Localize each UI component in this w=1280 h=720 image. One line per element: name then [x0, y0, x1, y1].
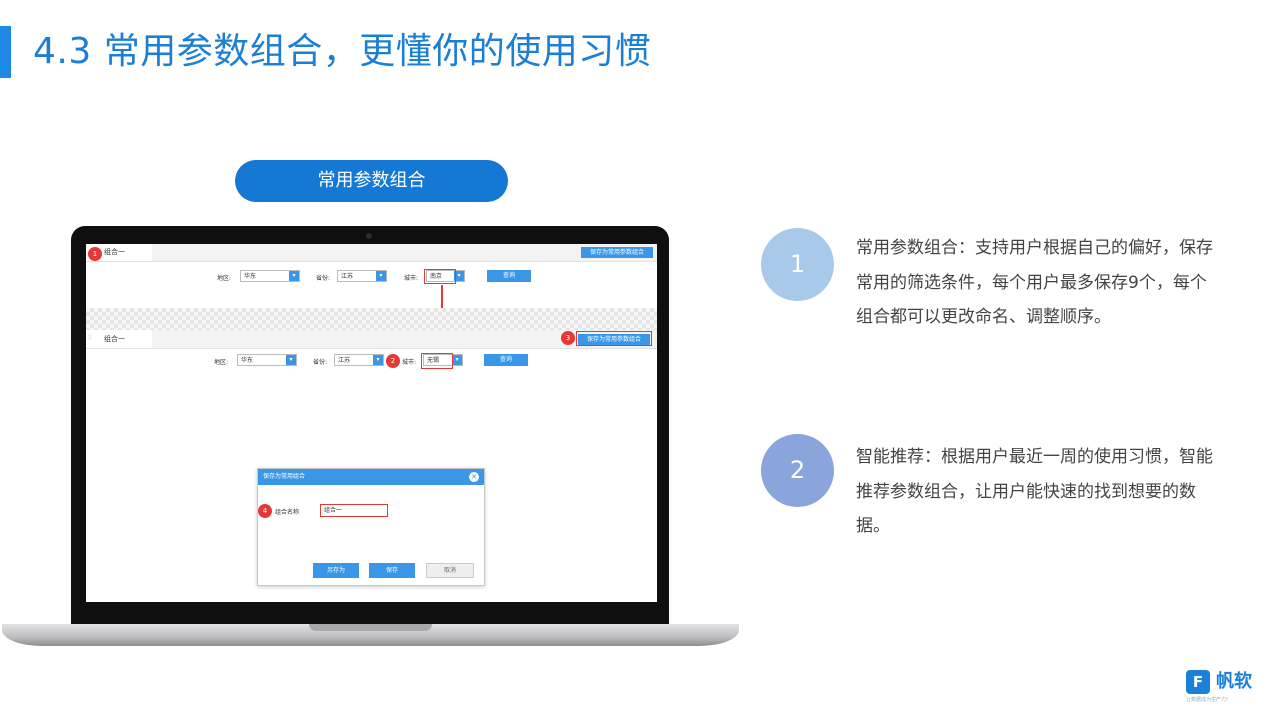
- step-badge-4: 4: [258, 504, 272, 518]
- combo-name-label: 组合名称: [275, 509, 300, 516]
- combo-name-value: 组合一: [324, 507, 343, 514]
- save-combo-button-top[interactable]: 保存为常用参数组合: [581, 247, 653, 258]
- laptop-screen: 组合一 保存为常用参数组合 1 地区: 华东 ▾ 省份: 江苏 ▾ 城市: 南京 ▾ …: [86, 244, 657, 602]
- tab-row-top: 组合一 保存为常用参数组合: [86, 244, 657, 262]
- filter-row-bottom: 地区: 华东 ▾ 省份: 江苏 ▾ 城市: 无锡 ▾ 查询: [86, 349, 657, 371]
- step-badge-1: 1: [88, 247, 102, 261]
- camera-icon: [366, 233, 372, 239]
- city-highlight-box: [424, 269, 456, 284]
- province-value: 江苏: [338, 357, 351, 364]
- cancel-button[interactable]: 取消: [426, 563, 474, 578]
- save-button-highlight-box: [576, 331, 652, 346]
- chevron-down-icon: ▾: [286, 355, 296, 365]
- laptop-notch: [309, 624, 432, 631]
- chevron-down-icon: ▾: [452, 355, 462, 365]
- brand-mark-icon: F: [1186, 670, 1210, 694]
- sliders-icon: ⫶⫶: [88, 334, 92, 342]
- brand-name: 帆软: [1216, 671, 1252, 692]
- region-value: 华东: [241, 357, 254, 364]
- chevron-down-icon: ▾: [376, 271, 386, 281]
- feature-number-circle-2: 2: [761, 434, 834, 507]
- dialog-header: 保存为常用组合 ✕: [258, 469, 484, 485]
- feature-description-1: 常用参数组合：支持用户根据自己的偏好，保存常用的筛选条件，每个用户最多保存9个，…: [856, 238, 1213, 327]
- city-label: 城市:: [404, 275, 419, 282]
- query-button-top[interactable]: 查询: [487, 270, 531, 282]
- title-accent-bar: [0, 26, 11, 78]
- province-select[interactable]: 江苏 ▾: [337, 270, 387, 282]
- region-value: 华东: [244, 273, 257, 280]
- slide-title: 4.3 常用参数组合，更懂你的使用习惯: [33, 31, 652, 72]
- chevron-down-icon: ▾: [289, 271, 299, 281]
- region-select[interactable]: 华东 ▾: [240, 270, 300, 282]
- city-label: 城市:: [402, 359, 417, 366]
- laptop-base: [2, 624, 739, 646]
- query-button-bottom[interactable]: 查询: [484, 354, 528, 366]
- province-label: 省份:: [316, 275, 331, 282]
- feature-number-circle-1: 1: [761, 228, 834, 301]
- feature-description-2: 智能推荐：根据用户最近一周的使用习惯，智能推荐参数组合，让用户能快速的找到想要的…: [856, 447, 1213, 536]
- section-pill: 常用参数组合: [235, 160, 508, 202]
- save-combo-dialog: 保存为常用组合 ✕ 组合名称 组合一 4 另存为 保存 取消: [257, 468, 485, 586]
- step-badge-2: 2: [386, 354, 400, 368]
- brand-tagline: 让数据成为生产力!: [1186, 697, 1229, 703]
- step-badge-3: 3: [561, 331, 575, 345]
- province-label: 省份:: [313, 359, 328, 366]
- province-value: 江苏: [341, 273, 354, 280]
- region-label: 地区:: [217, 275, 232, 282]
- close-icon[interactable]: ✕: [469, 472, 479, 482]
- tab-combo-one-bottom[interactable]: 组合一: [86, 330, 152, 348]
- dialog-title: 保存为常用组合: [263, 473, 306, 480]
- region-select[interactable]: 华东 ▾: [237, 354, 297, 366]
- province-select[interactable]: 江苏 ▾: [334, 354, 384, 366]
- city-highlight-box: [421, 353, 453, 369]
- chevron-down-icon: ▾: [373, 355, 383, 365]
- checker-separator: [86, 308, 657, 330]
- combo-name-input[interactable]: 组合一: [320, 504, 388, 517]
- filter-row-top: 地区: 华东 ▾ 省份: 江苏 ▾ 城市: 南京 ▾ 查询: [86, 265, 657, 287]
- save-as-button[interactable]: 另存为: [313, 563, 359, 578]
- save-button[interactable]: 保存: [369, 563, 415, 578]
- region-label: 地区:: [214, 359, 229, 366]
